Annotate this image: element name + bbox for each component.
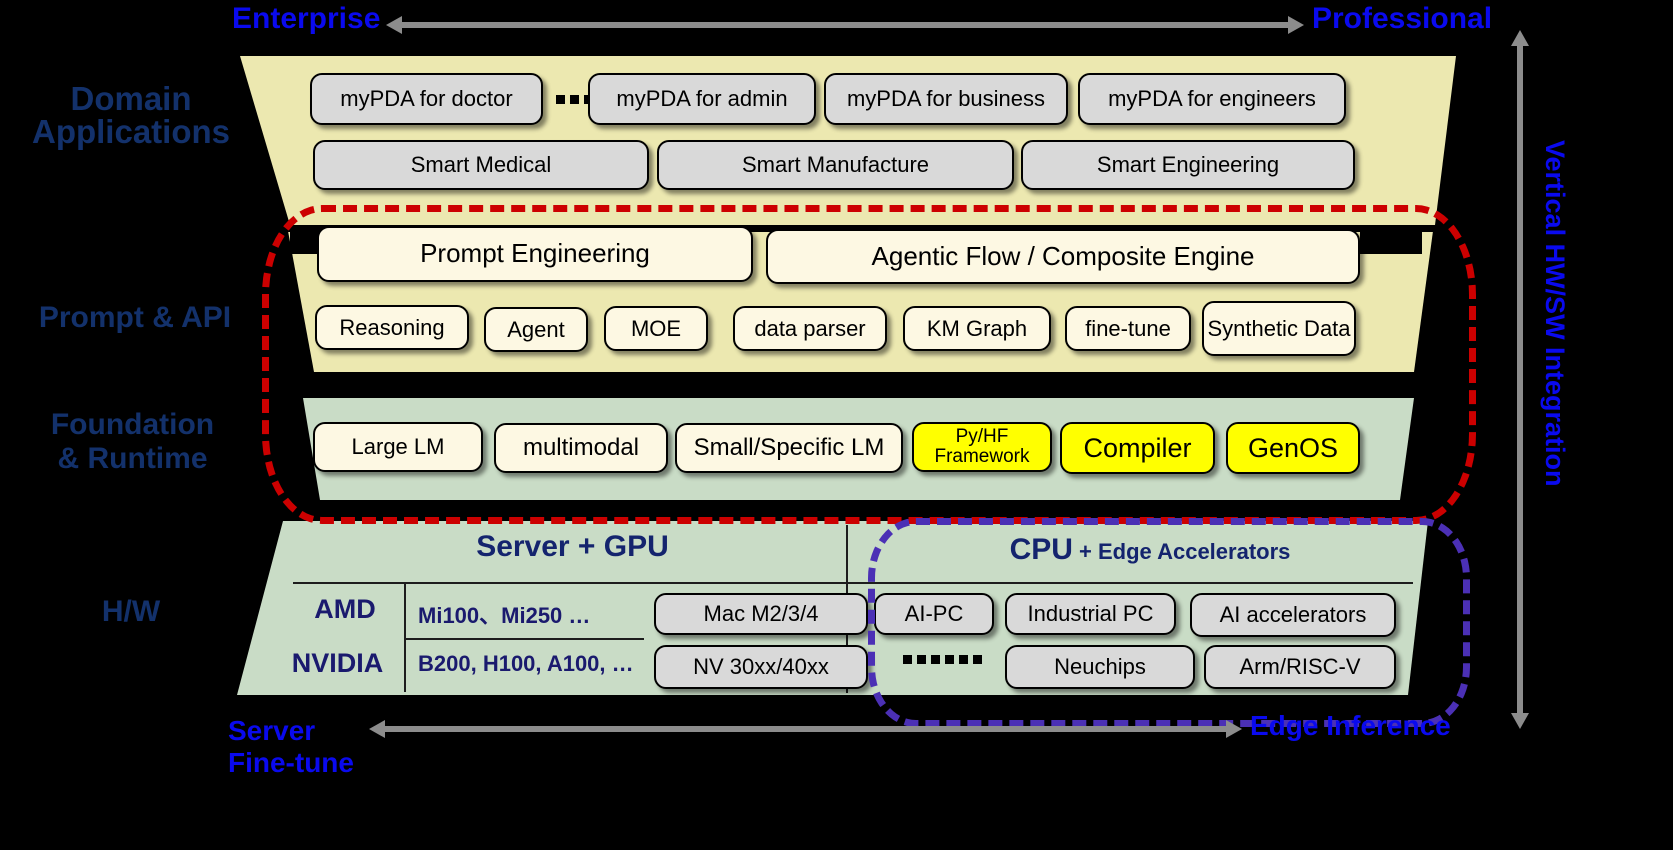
app-box-smart-manufacture[interactable]: Smart Manufacture xyxy=(657,140,1014,190)
axis-label-server: Server xyxy=(228,715,316,746)
tier-label-line1: Prompt & API xyxy=(38,301,232,334)
tier-label-hardware: H/W xyxy=(0,597,262,627)
axis-label-enterprise: Enterprise xyxy=(232,2,381,35)
hw-vendor-nvidia: NVIDIA xyxy=(291,648,384,678)
tier-label-line2: Applications xyxy=(31,113,231,150)
app-box-mypda-engineers[interactable]: myPDA for engineers xyxy=(1078,73,1346,125)
hardware-header-server-gpu: Server + GPU xyxy=(476,530,669,563)
app-box-mypda-doctor[interactable]: myPDA for doctor xyxy=(310,73,543,125)
diagram-canvas: Domain Applications Prompt & API Foundat… xyxy=(0,0,1673,850)
app-box-mypda-business[interactable]: myPDA for business xyxy=(824,73,1068,125)
red-dashed-scope-outline xyxy=(262,205,1476,524)
app-box-smart-engineering[interactable]: Smart Engineering xyxy=(1021,140,1355,190)
axis-label-vertical-integration: Vertical HW/SW Integration xyxy=(1540,140,1570,487)
axis-label-fine-tune: Fine-tune xyxy=(228,747,354,779)
axis-label-edge-inference: Edge Inference xyxy=(1250,710,1451,741)
hw-horizontal-rule-rows xyxy=(404,638,644,640)
axis-label-server-fine-tune: Server Fine-tune xyxy=(228,715,354,779)
app-box-mypda-admin[interactable]: myPDA for admin xyxy=(588,73,816,125)
hw-chip-mac[interactable]: Mac M2/3/4 xyxy=(654,593,868,635)
tier-label-line2: & Runtime xyxy=(57,441,208,475)
bottom-axis-arrowhead-left xyxy=(369,720,385,738)
top-axis-arrowhead-left xyxy=(386,16,402,34)
tier-label-prompt-api: Prompt & API xyxy=(0,303,270,333)
bottom-axis-arrowhead-right xyxy=(1226,720,1242,738)
hw-chip-nv[interactable]: NV 30xx/40xx xyxy=(654,645,868,689)
tier-label-foundation-runtime: Foundation & Runtime xyxy=(0,408,265,475)
app-box-smart-medical[interactable]: Smart Medical xyxy=(313,140,649,190)
top-axis-arrowhead-right xyxy=(1288,16,1304,34)
vertical-axis-arrowhead-top xyxy=(1511,30,1529,46)
tier-label-line1: Foundation xyxy=(50,408,215,441)
hw-vendor-amd: AMD xyxy=(314,594,376,624)
tier-label-line1: H/W xyxy=(101,595,161,628)
vertical-axis-arrow-line xyxy=(1517,46,1523,713)
vertical-axis-arrowhead-bottom xyxy=(1511,713,1529,729)
top-axis-arrow-line xyxy=(400,22,1290,28)
hw-parts-amd: Mi100、Mi250 … xyxy=(418,603,591,628)
purple-dashed-edge-outline xyxy=(868,518,1470,727)
hw-parts-nvidia: B200, H100, A100, … xyxy=(418,651,634,676)
axis-label-professional: Professional xyxy=(1312,2,1493,35)
tier-label-line1: Domain xyxy=(70,80,192,117)
bottom-axis-arrow-line xyxy=(383,726,1228,732)
tier-label-domain-applications: Domain Applications xyxy=(0,82,262,148)
